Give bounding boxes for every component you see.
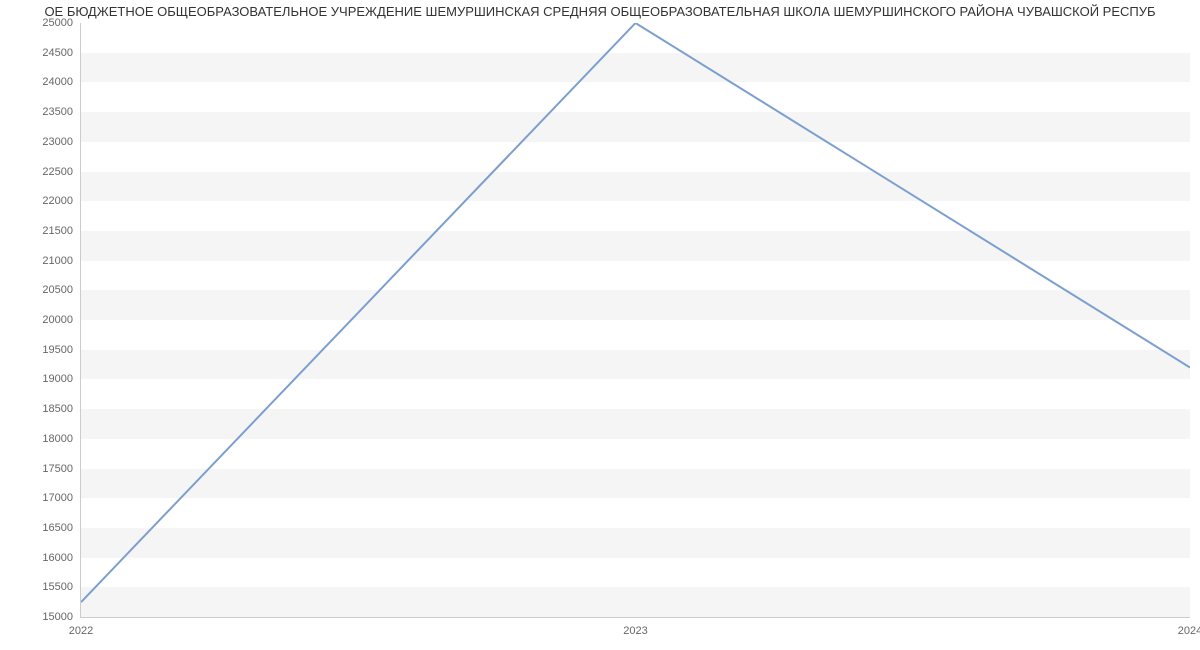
y-tick-label: 18000 (42, 433, 81, 445)
y-tick-label: 23500 (42, 106, 81, 118)
chart-container: ОЕ БЮДЖЕТНОЕ ОБЩЕОБРАЗОВАТЕЛЬНОЕ УЧРЕЖДЕ… (0, 0, 1200, 650)
y-tick-label: 22000 (42, 195, 81, 207)
y-tick-label: 22500 (42, 166, 81, 178)
y-tick-label: 23000 (42, 136, 81, 148)
y-tick-label: 20000 (42, 314, 81, 326)
line-series (81, 23, 1190, 617)
y-tick-label: 16000 (42, 552, 81, 564)
y-tick-label: 21500 (42, 225, 81, 237)
y-tick-label: 20500 (42, 284, 81, 296)
y-tick-label: 16500 (42, 522, 81, 534)
y-tick-label: 21000 (42, 255, 81, 267)
plot-area: 1500015500160001650017000175001800018500… (80, 23, 1190, 618)
y-tick-label: 17500 (42, 463, 81, 475)
y-tick-label: 17000 (42, 492, 81, 504)
x-tick-label: 2022 (69, 617, 93, 637)
x-tick-label: 2024 (1178, 617, 1200, 637)
y-tick-label: 25000 (42, 17, 81, 29)
y-tick-label: 24500 (42, 47, 81, 59)
x-tick-label: 2023 (623, 617, 647, 637)
y-tick-label: 24000 (42, 76, 81, 88)
chart-area: 1500015500160001650017000175001800018500… (80, 23, 1190, 618)
chart-title: ОЕ БЮДЖЕТНОЕ ОБЩЕОБРАЗОВАТЕЛЬНОЕ УЧРЕЖДЕ… (0, 0, 1200, 23)
y-tick-label: 18500 (42, 403, 81, 415)
y-tick-label: 15500 (42, 581, 81, 593)
y-tick-label: 19000 (42, 373, 81, 385)
y-tick-label: 19500 (42, 344, 81, 356)
